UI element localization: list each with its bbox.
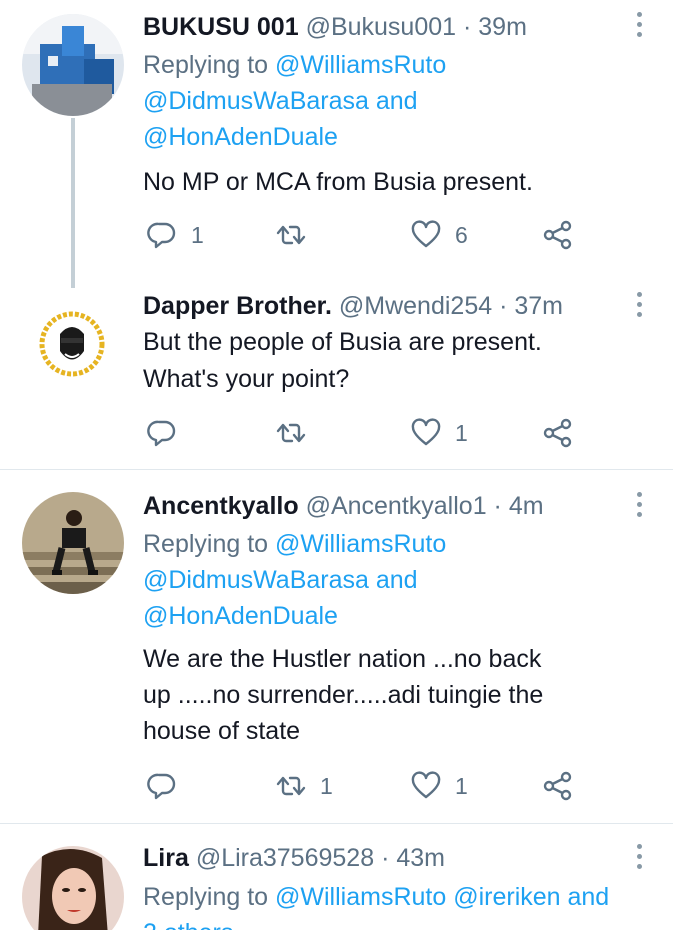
tweet-text: house of state: [143, 717, 301, 745]
tweet-actions: 1: [143, 413, 593, 453]
reply-icon: [147, 220, 177, 250]
mention-link[interactable]: @HonAdenDuale: [143, 119, 338, 155]
share-icon: [543, 771, 573, 801]
timestamp: 43m: [396, 844, 445, 872]
share-icon: [543, 220, 573, 250]
retweet-icon: [276, 220, 306, 250]
tweet-actions: 1 1: [143, 766, 593, 806]
mention-link[interactable]: @WilliamsRuto @ireriken and: [275, 883, 609, 911]
separator: ·: [499, 292, 508, 320]
like-count: 1: [455, 419, 468, 446]
reply-icon: [147, 771, 177, 801]
tweet-text: But the people of Busia are present.: [143, 328, 542, 356]
reply-button[interactable]: [147, 413, 191, 453]
share-button[interactable]: [543, 766, 573, 806]
retweet-button[interactable]: [276, 413, 320, 453]
replying-to: Replying to @WilliamsRuto: [143, 47, 446, 83]
tweet-header: Lira @Lira37569528 · 43m: [143, 841, 445, 875]
separator: ·: [493, 492, 502, 520]
tweet-actions: 1 6: [143, 215, 593, 255]
replying-label: Replying to: [143, 51, 269, 79]
avatar[interactable]: [22, 14, 124, 116]
display-name[interactable]: Dapper Brother.: [143, 292, 332, 320]
like-button[interactable]: 1: [411, 413, 468, 453]
more-vertical-icon[interactable]: [637, 292, 643, 320]
mention-link[interactable]: @DidmusWaBarasa and: [143, 83, 418, 119]
tweet[interactable]: BUKUSU 001 @Bukusu001 · 39m Replying to …: [0, 0, 673, 290]
retweet-count: 1: [320, 772, 333, 799]
mention-link[interactable]: @WilliamsRuto: [275, 530, 446, 558]
separator: ·: [381, 844, 390, 872]
avatar[interactable]: [27, 296, 117, 386]
tweet-text: up .....no surrender.....adi tuingie the: [143, 681, 544, 709]
display-name[interactable]: Lira: [143, 844, 189, 872]
reply-button[interactable]: 1: [147, 215, 204, 255]
replying-label: Replying to: [143, 530, 269, 558]
mention-link[interactable]: @DidmusWaBarasa and: [143, 562, 418, 598]
thread-line: [71, 118, 75, 288]
replying-to: Replying to @WilliamsRuto: [143, 526, 446, 562]
retweet-button[interactable]: [276, 215, 320, 255]
user-handle[interactable]: @Bukusu001: [306, 13, 456, 41]
like-count: 6: [455, 221, 468, 248]
display-name[interactable]: BUKUSU 001: [143, 13, 299, 41]
like-button[interactable]: 1: [411, 766, 468, 806]
more-vertical-icon[interactable]: [637, 12, 643, 40]
retweet-icon: [276, 771, 306, 801]
user-handle[interactable]: @Mwendi254: [339, 292, 492, 320]
timestamp: 4m: [508, 492, 544, 520]
separator: ·: [463, 13, 472, 41]
share-button[interactable]: [543, 215, 573, 255]
more-vertical-icon[interactable]: [637, 844, 643, 872]
replying-to: Replying to @WilliamsRuto @ireriken and: [143, 879, 609, 915]
replying-label: Replying to: [143, 883, 269, 911]
like-count: 1: [455, 772, 468, 799]
user-handle[interactable]: @Ancentkyallo1: [306, 492, 487, 520]
reply-icon: [147, 418, 177, 448]
user-handle[interactable]: @Lira37569528: [196, 844, 374, 872]
mention-link[interactable]: @WilliamsRuto: [275, 51, 446, 79]
tweet-text: What's your point?: [143, 365, 350, 393]
retweet-icon: [276, 418, 306, 448]
divider: [0, 823, 673, 824]
retweet-button[interactable]: 1: [276, 766, 333, 806]
tweet-text: We are the Hustler nation ...no back: [143, 645, 542, 673]
divider: [0, 469, 673, 470]
more-vertical-icon[interactable]: [637, 492, 643, 520]
avatar[interactable]: [22, 846, 124, 930]
timestamp: 37m: [514, 292, 564, 320]
share-button[interactable]: [543, 413, 573, 453]
heart-icon: [411, 418, 441, 448]
timestamp: 39m: [478, 13, 527, 41]
reply-count: 1: [191, 221, 204, 248]
like-button[interactable]: 6: [411, 215, 468, 255]
tweet[interactable]: Ancentkyallo @Ancentkyallo1 · 4m Replyin…: [0, 480, 673, 823]
share-icon: [543, 418, 573, 448]
tweet[interactable]: Lira @Lira37569528 · 43m Replying to @Wi…: [0, 834, 673, 930]
reply-button[interactable]: [147, 766, 191, 806]
mention-link[interactable]: 2 others: [143, 915, 233, 930]
display-name[interactable]: Ancentkyallo: [143, 492, 299, 520]
avatar[interactable]: [22, 492, 124, 594]
mention-link[interactable]: @HonAdenDuale: [143, 598, 338, 634]
tweet-header: Dapper Brother. @Mwendi254 · 37m: [143, 289, 563, 323]
heart-icon: [411, 771, 441, 801]
tweet-header: Ancentkyallo @Ancentkyallo1 · 4m: [143, 489, 544, 523]
heart-icon: [411, 220, 441, 250]
tweet-header: BUKUSU 001 @Bukusu001 · 39m: [143, 10, 527, 44]
tweet[interactable]: Dapper Brother. @Mwendi254 · 37m But the…: [0, 290, 673, 470]
tweet-text: No MP or MCA from Busia present.: [143, 168, 533, 196]
